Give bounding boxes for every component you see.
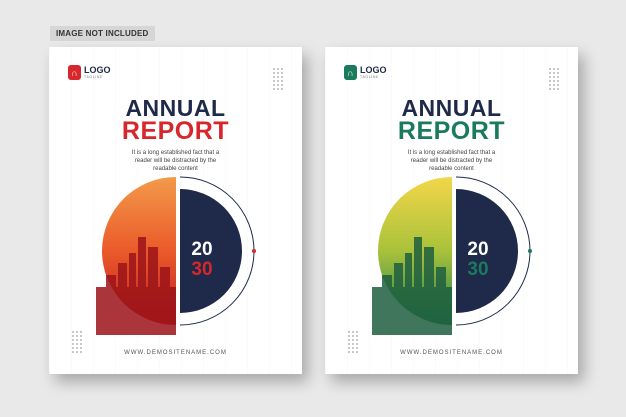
title-report: REPORT xyxy=(121,117,230,145)
logo-word: LOGO xyxy=(360,64,387,75)
website-url: WWW.DEMOSITENAME.COM xyxy=(400,350,503,356)
dot-pattern-top xyxy=(548,67,560,91)
annual-report-cover-green: ∩ LOGO TAGLINE ANNUAL REPORT It is a lon… xyxy=(325,47,578,374)
logo: ∩ LOGO TAGLINE xyxy=(68,65,111,80)
dot-pattern-top xyxy=(272,67,284,91)
website-url: WWW.DEMOSITENAME.COM xyxy=(124,350,227,356)
year-bottom: 30 xyxy=(191,259,213,280)
image-not-included-tag: IMAGE NOT INCLUDED xyxy=(50,26,155,41)
year-bottom: 30 xyxy=(467,259,489,280)
logo-tagline: TAGLINE xyxy=(84,74,103,79)
logo-tagline: TAGLINE xyxy=(360,74,379,79)
logo-icon: ∩ xyxy=(344,65,357,80)
title-report: REPORT xyxy=(397,117,506,145)
cover-description: It is a long established fact that a rea… xyxy=(131,150,220,172)
logo-word: LOGO xyxy=(84,64,111,75)
cover-description: It is a long established fact that a rea… xyxy=(407,150,496,172)
logo-icon: ∩ xyxy=(68,65,81,80)
year-top: 20 xyxy=(191,239,213,260)
year-top: 20 xyxy=(467,239,489,260)
annual-report-cover-red: ∩ LOGO TAGLINE ANNUAL REPORT It is a lon… xyxy=(49,47,302,374)
logo: ∩ LOGO TAGLINE xyxy=(344,65,387,80)
